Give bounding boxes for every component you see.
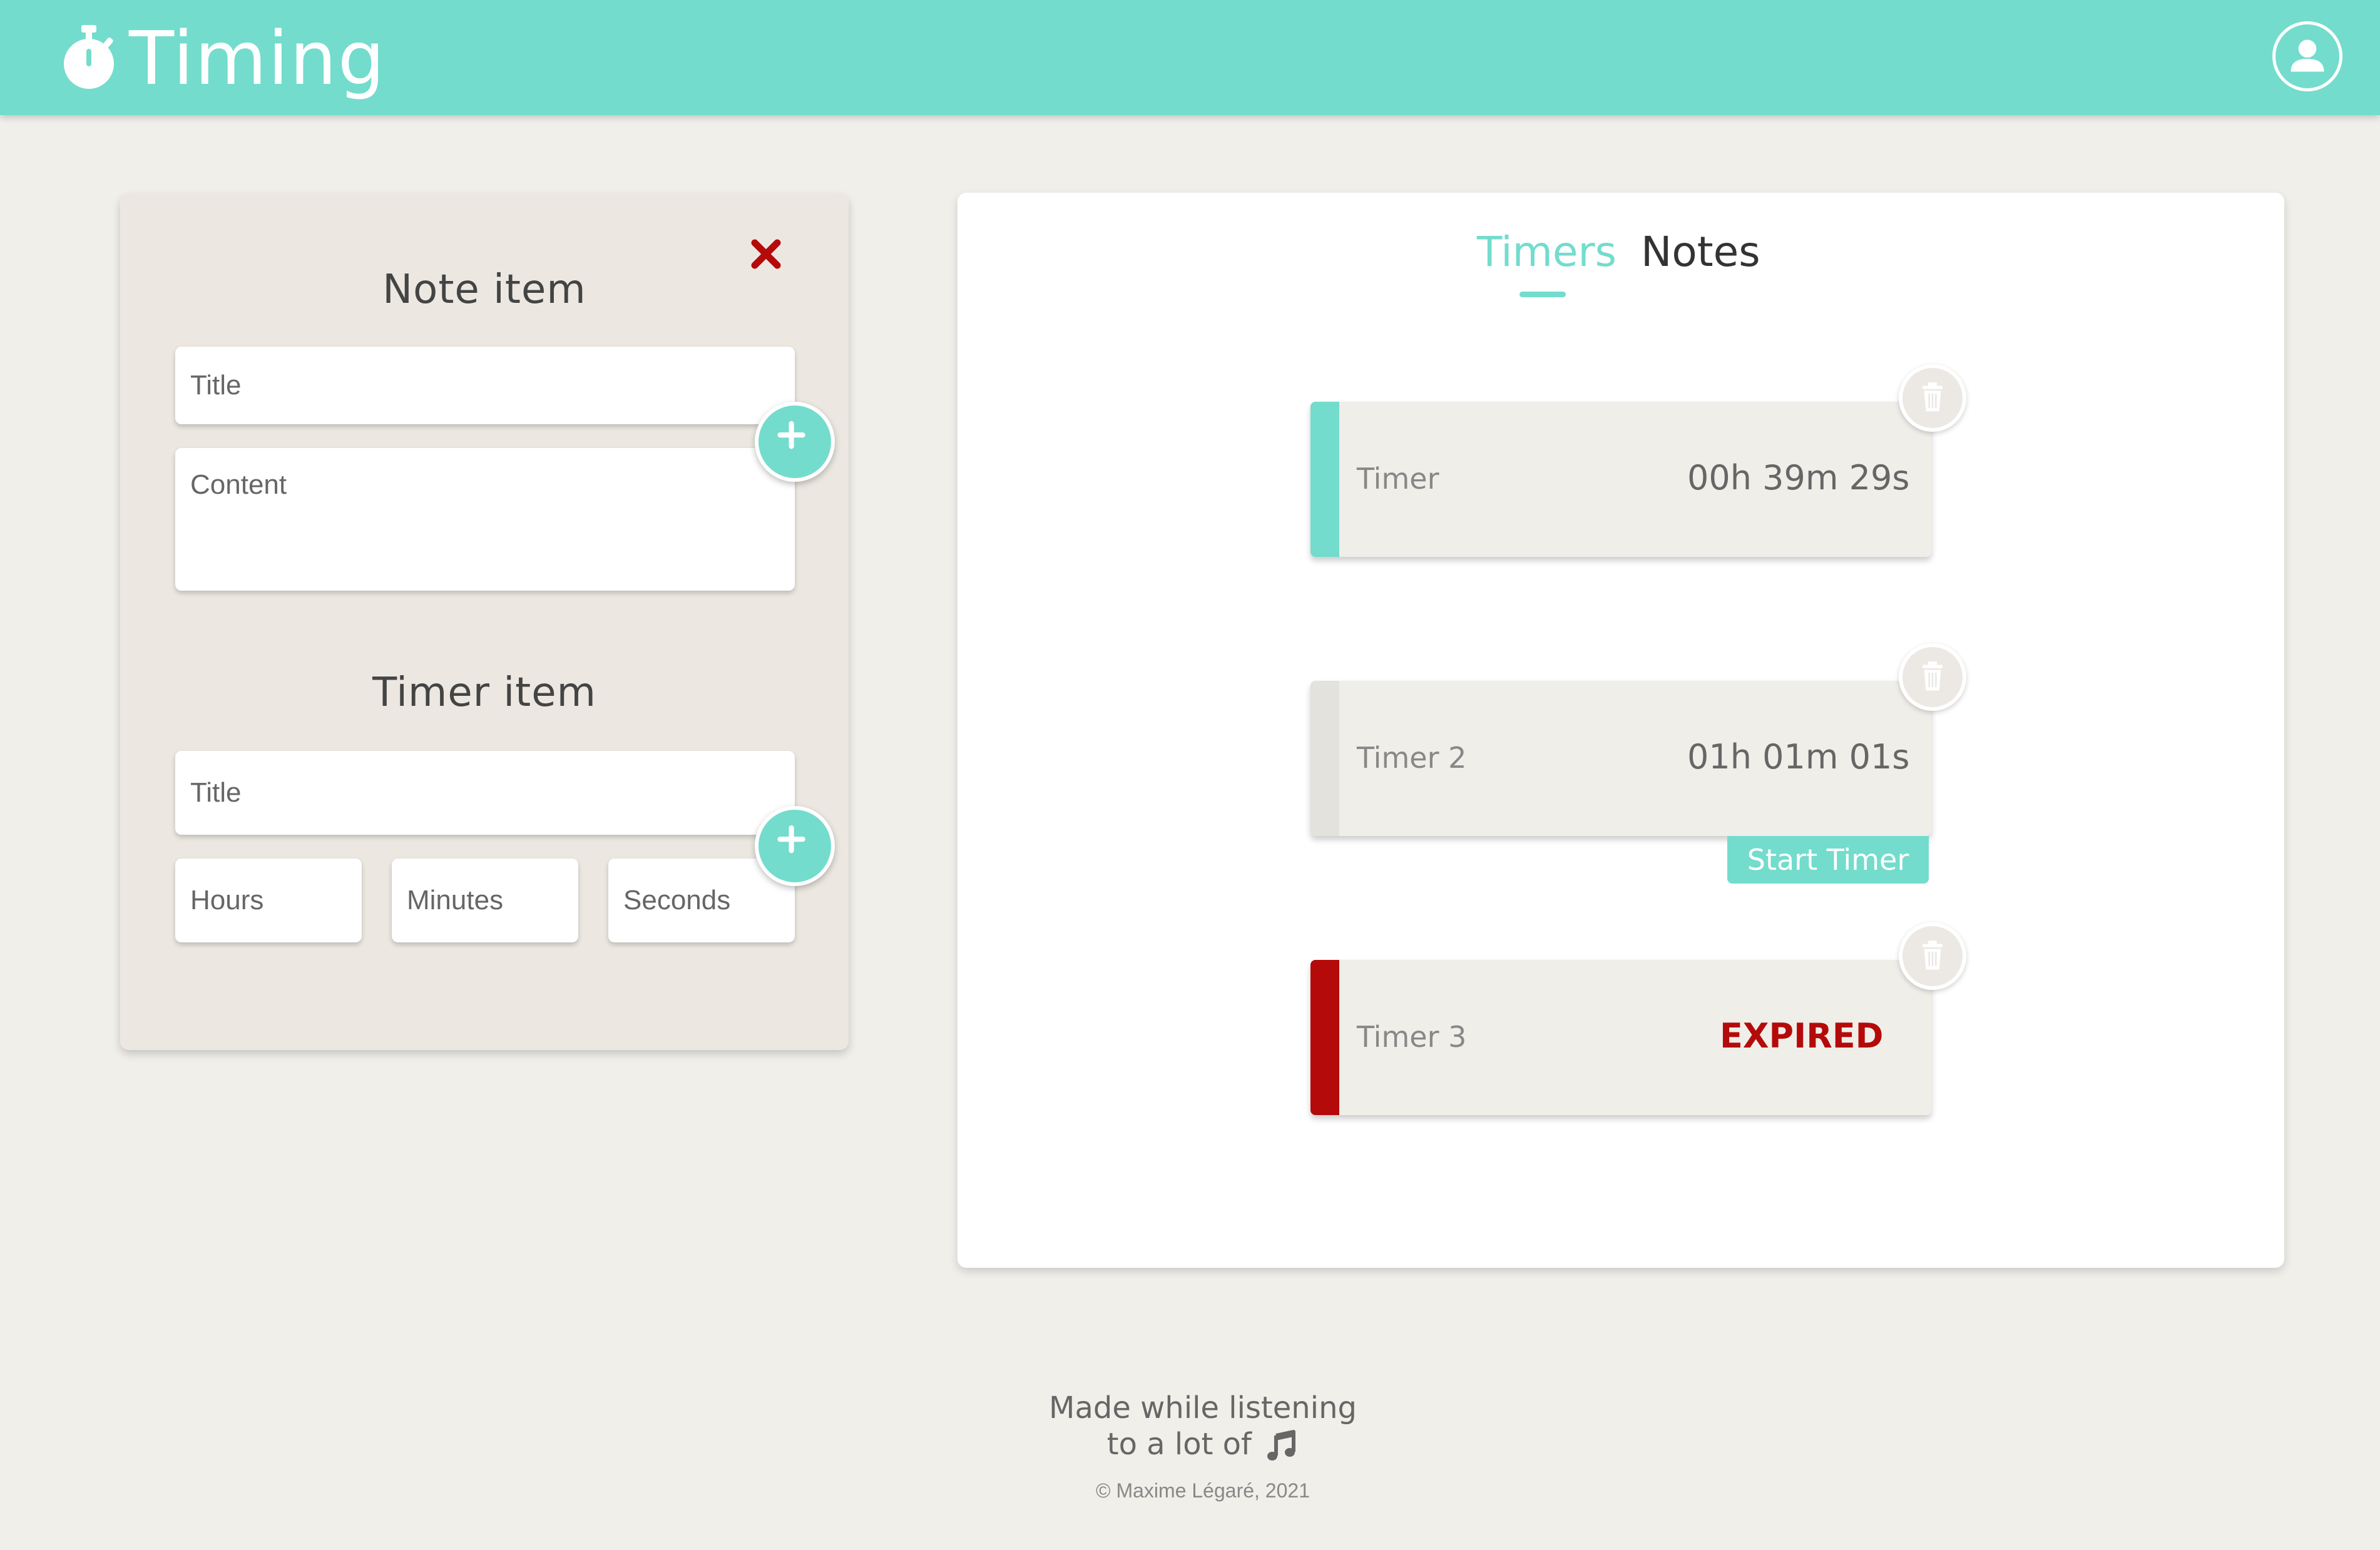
app-header: Timing <box>0 0 2380 115</box>
stopwatch-icon <box>64 25 114 89</box>
music-note-icon <box>1267 1430 1296 1461</box>
footer-line-1: Made while listening <box>1049 1390 1357 1425</box>
note-section-title: Note item <box>382 267 586 313</box>
plus-icon <box>777 421 805 449</box>
trash-icon <box>1923 382 1943 412</box>
timer-name: Timer 2 <box>1357 741 1467 775</box>
user-icon <box>2291 39 2324 72</box>
timer-status-stripe <box>1310 402 1339 557</box>
timer-section-title: Timer item <box>372 670 596 716</box>
minutes-input[interactable] <box>392 859 578 942</box>
delete-timer-button[interactable] <box>1899 922 1966 990</box>
items-list-panel: Timers Notes Timer 00h 39m 29s Timer 2 0… <box>958 193 2284 1268</box>
start-timer-button[interactable]: Start Timer <box>1727 836 1929 884</box>
timer-card: Timer 2 01h 01m 01s Start Timer <box>1310 643 1966 884</box>
copyright: © Maxime Légaré, 2021 <box>1096 1479 1310 1502</box>
delete-timer-button[interactable] <box>1899 643 1966 711</box>
account-button[interactable] <box>2272 21 2342 91</box>
add-timer-button[interactable] <box>755 806 835 886</box>
active-tab-indicator <box>1519 292 1566 297</box>
footer-line-2-text: to a lot of <box>1106 1427 1252 1462</box>
note-content-input[interactable] <box>175 448 795 591</box>
trash-icon <box>1923 941 1943 970</box>
footer-line-2: to a lot of <box>877 1427 1528 1463</box>
add-item-panel: Note item Timer item <box>120 194 849 1050</box>
timer-status-stripe <box>1310 960 1339 1115</box>
trash-icon <box>1923 661 1943 691</box>
note-title-input[interactable] <box>175 347 795 424</box>
timer-expired-label: EXPIRED <box>1720 1016 1884 1056</box>
delete-timer-button[interactable] <box>1899 364 1966 432</box>
timer-countdown: 00h 39m 29s <box>1687 458 1910 497</box>
timer-status-stripe <box>1310 681 1339 836</box>
timer-card: Timer 00h 39m 29s <box>1310 364 1966 557</box>
timer-name: Timer 3 <box>1357 1020 1467 1054</box>
timer-countdown: 01h 01m 01s <box>1687 737 1910 777</box>
plus-icon <box>777 825 805 854</box>
timer-card: Timer 3 EXPIRED <box>1310 922 1966 1115</box>
app-title: Timing <box>129 15 386 101</box>
timer-name: Timer <box>1357 462 1439 496</box>
tab-timers[interactable]: Timers <box>1477 228 1616 276</box>
add-note-button[interactable] <box>755 402 835 482</box>
timer-title-input[interactable] <box>175 751 795 835</box>
hours-input[interactable] <box>175 859 362 942</box>
tab-notes[interactable]: Notes <box>1641 228 1760 276</box>
